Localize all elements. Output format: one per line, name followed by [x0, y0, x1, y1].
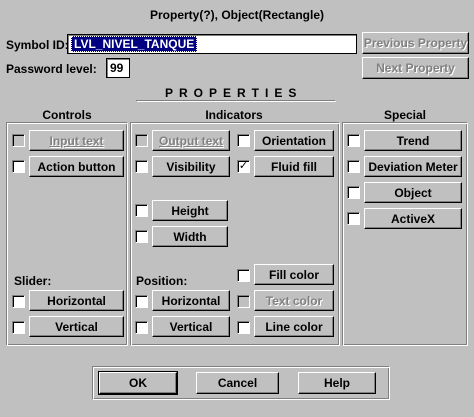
- fill-color-checkbox[interactable]: [237, 269, 250, 282]
- next-property-button[interactable]: Next Property: [362, 57, 469, 79]
- ok-button[interactable]: OK: [99, 372, 177, 394]
- input-text-checkbox[interactable]: [12, 134, 25, 147]
- position-vertical-button[interactable]: Vertical: [152, 316, 230, 337]
- slider-horizontal-button[interactable]: Horizontal: [29, 290, 124, 311]
- output-text-checkbox[interactable]: [135, 134, 148, 147]
- orientation-button[interactable]: Orientation: [254, 130, 334, 151]
- activex-button[interactable]: ActiveX: [364, 208, 462, 229]
- slider-label: Slider:: [14, 274, 52, 288]
- position-horizontal-checkbox[interactable]: [135, 295, 148, 308]
- action-button-button[interactable]: Action button: [29, 156, 124, 177]
- position-horizontal-button[interactable]: Horizontal: [152, 290, 230, 311]
- input-text-button[interactable]: Input text: [29, 130, 124, 151]
- width-button[interactable]: Width: [152, 226, 228, 247]
- controls-heading: Controls: [42, 108, 92, 122]
- output-text-button[interactable]: Output text: [152, 130, 230, 151]
- height-button[interactable]: Height: [152, 200, 228, 221]
- fill-color-button[interactable]: Fill color: [254, 264, 334, 285]
- position-label: Position:: [136, 274, 188, 288]
- deviation-meter-button[interactable]: Deviation Meter: [364, 156, 462, 177]
- height-checkbox[interactable]: [135, 204, 148, 217]
- slider-vertical-button[interactable]: Vertical: [29, 316, 124, 337]
- properties-divider: [136, 100, 336, 102]
- symbol-id-value: LVL_NIVEL_TANQUE: [71, 36, 198, 52]
- special-heading: Special: [383, 108, 427, 122]
- deviation-meter-checkbox[interactable]: [347, 160, 360, 173]
- width-checkbox[interactable]: [135, 230, 148, 243]
- password-level-input[interactable]: 99: [106, 58, 130, 78]
- visibility-checkbox[interactable]: [135, 160, 148, 173]
- line-color-button[interactable]: Line color: [254, 316, 334, 337]
- cancel-button[interactable]: Cancel: [196, 372, 279, 394]
- object-button[interactable]: Object: [364, 182, 462, 203]
- slider-vertical-checkbox[interactable]: [12, 321, 25, 334]
- action-button-checkbox[interactable]: [12, 160, 25, 173]
- fluid-fill-button[interactable]: Fluid fill: [254, 156, 334, 177]
- object-checkbox[interactable]: [347, 186, 360, 199]
- trend-button[interactable]: Trend: [364, 130, 462, 151]
- line-color-checkbox[interactable]: [237, 321, 250, 334]
- activex-checkbox[interactable]: [347, 212, 360, 225]
- fluid-fill-checkbox[interactable]: ✓: [237, 160, 250, 173]
- visibility-button[interactable]: Visibility: [152, 156, 230, 177]
- password-level-value: 99: [110, 61, 124, 75]
- position-vertical-checkbox[interactable]: [135, 321, 148, 334]
- indicators-heading: Indicators: [205, 108, 263, 122]
- properties-header: PROPERTIES: [165, 86, 303, 100]
- text-color-button[interactable]: Text color: [254, 290, 334, 311]
- symbol-id-input[interactable]: LVL_NIVEL_TANQUE: [67, 34, 357, 54]
- previous-property-button[interactable]: Previous Property: [362, 32, 469, 54]
- text-color-checkbox[interactable]: [237, 295, 250, 308]
- dialog-title: Property(?), Object(Rectangle): [149, 8, 325, 22]
- password-level-label: Password level:: [6, 62, 97, 76]
- help-button[interactable]: Help: [298, 372, 376, 394]
- trend-checkbox[interactable]: [347, 134, 360, 147]
- slider-horizontal-checkbox[interactable]: [12, 295, 25, 308]
- orientation-checkbox[interactable]: [237, 134, 250, 147]
- symbol-id-label: Symbol ID:: [6, 38, 69, 52]
